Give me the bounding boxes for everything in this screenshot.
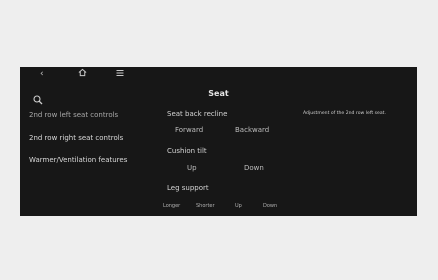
- home-icon[interactable]: [78, 68, 87, 81]
- search-icon[interactable]: [33, 90, 43, 105]
- recline-forward-button[interactable]: Forward: [175, 126, 203, 134]
- page-title: Seat: [208, 89, 229, 98]
- cushion-tilt-label: Cushion tilt: [167, 147, 207, 155]
- leg-support-down-button[interactable]: Down: [263, 203, 277, 209]
- infotainment-screen: ‹ Seat 2nd row left seat controls 2nd ro…: [20, 67, 417, 216]
- back-chevron-icon[interactable]: ‹: [40, 69, 44, 80]
- leg-support-label: Leg support: [167, 184, 209, 192]
- feature-description: Adjustment of the 2nd row left seat.: [303, 111, 386, 116]
- top-navigation-bar: ‹: [20, 67, 417, 83]
- sidebar-item-warmer-ventilation-features[interactable]: Warmer/Ventilation features: [29, 156, 127, 164]
- recline-backward-button[interactable]: Backward: [235, 126, 269, 134]
- menu-icon[interactable]: [116, 69, 124, 81]
- seat-back-recline-label: Seat back recline: [167, 110, 228, 118]
- cushion-tilt-down-button[interactable]: Down: [244, 164, 264, 172]
- sidebar-item-2nd-row-left-seat-controls[interactable]: 2nd row left seat controls: [29, 111, 118, 119]
- sidebar-item-2nd-row-right-seat-controls[interactable]: 2nd row right seat controls: [29, 134, 123, 142]
- leg-support-shorter-button[interactable]: Shorter: [196, 203, 215, 209]
- leg-support-up-button[interactable]: Up: [235, 203, 242, 209]
- cushion-tilt-up-button[interactable]: Up: [187, 164, 197, 172]
- leg-support-longer-button[interactable]: Longer: [163, 203, 180, 209]
